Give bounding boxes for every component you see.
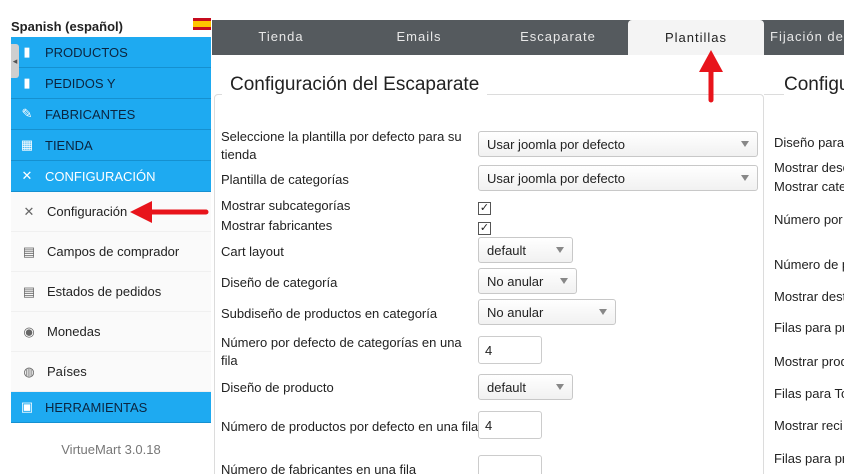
- right-label-11: Filas para pr: [774, 451, 844, 466]
- sidebar-item-label: PRODUCTOS: [45, 44, 128, 60]
- template-label: Seleccione la plantilla por defecto para…: [221, 129, 462, 162]
- cart-layout-select[interactable]: default: [478, 237, 573, 263]
- right-label-9: Filas para To: [774, 386, 844, 401]
- secondary-fieldset: [764, 94, 844, 474]
- category-design-select[interactable]: No anular: [478, 268, 577, 294]
- product-design-label: Diseño de producto: [221, 380, 334, 395]
- annotation-arrow-up: [699, 50, 723, 103]
- product-design-select[interactable]: default: [478, 374, 573, 400]
- chevron-down-icon: [741, 175, 749, 181]
- category-subdesign-select-value: No anular: [487, 304, 544, 320]
- show-subcategories-label: Mostrar subcategorías: [221, 198, 351, 213]
- sidebar-item-fabricantes[interactable]: ✎ FABRICANTES: [11, 99, 211, 130]
- annotation-arrow-left: [130, 201, 209, 223]
- cart-layout-select-value: default: [487, 242, 527, 258]
- template-select[interactable]: Usar joomla por defecto: [478, 131, 758, 157]
- language-label: Spanish (español): [11, 19, 123, 34]
- category-design-label: Diseño de categoría: [221, 275, 338, 290]
- show-subcategories-checkbox[interactable]: ✓: [478, 202, 491, 215]
- submenu-item-paises[interactable]: ◍ Países: [11, 352, 211, 392]
- right-label-8: Mostrar prod: [774, 354, 844, 369]
- product-design-select-value: default: [487, 379, 527, 395]
- right-label-2: Mostrar desc: [774, 160, 844, 175]
- config-tabs: Tienda Emails Escaparate Plantillas Fija…: [212, 20, 844, 55]
- config-icon: ✕: [21, 168, 33, 183]
- products-per-row-input[interactable]: 4: [478, 411, 542, 439]
- sidebar: Spanish (español) ◂ ▮ PRODUCTOS ▮ PEDIDO…: [0, 0, 212, 474]
- document-icon: ▤: [22, 283, 36, 299]
- right-label-7: Filas para pr: [774, 320, 844, 335]
- template-select-value: Usar joomla por defecto: [487, 136, 626, 152]
- submenu-item-label: Estados de pedidos: [47, 284, 162, 299]
- sidebar-item-tienda[interactable]: ▦ TIENDA: [11, 130, 211, 161]
- sidebar-item-productos[interactable]: ▮ PRODUCTOS: [11, 37, 211, 68]
- chevron-down-icon: [560, 278, 568, 284]
- secondary-legend: Configu: [784, 74, 844, 96]
- category-template-label: Plantilla de categorías: [221, 172, 349, 187]
- right-label-6: Mostrar dest: [774, 289, 844, 304]
- main-content: Configuración del Escaparate Configu Sel…: [212, 55, 844, 474]
- products-per-row-label: Número de productos por defecto en una f…: [221, 419, 479, 434]
- tab-emails[interactable]: Emails: [350, 22, 488, 51]
- form-icon: ▤: [22, 243, 36, 259]
- sidebar-item-herramientas[interactable]: ▣ HERRAMIENTAS: [11, 392, 211, 423]
- sidebar-menu: ▮ PRODUCTOS ▮ PEDIDOS Y ✎ FABRICANTES ▦ …: [11, 37, 211, 423]
- tools-icon: ✕: [23, 203, 35, 219]
- chevron-down-icon: [556, 247, 564, 253]
- language-bar: Spanish (español): [11, 18, 211, 38]
- manufacturers-per-row-label: Número de fabricantes en una fila: [221, 462, 417, 474]
- manufacturers-per-row-input[interactable]: [478, 455, 542, 474]
- submenu-item-label: Países: [47, 364, 87, 379]
- sidebar-item-label: PEDIDOS Y: [45, 75, 116, 91]
- orders-icon: ▮: [23, 75, 31, 90]
- tab-escaparate[interactable]: Escaparate: [488, 22, 628, 51]
- globe-icon: ◍: [23, 363, 35, 379]
- submenu-item-monedas[interactable]: ◉ Monedas: [11, 312, 211, 352]
- sidebar-item-label: HERRAMIENTAS: [45, 399, 148, 415]
- tools-box-icon: ▣: [20, 399, 34, 414]
- chevron-down-icon: [556, 384, 564, 390]
- category-template-select[interactable]: Usar joomla por defecto: [478, 165, 758, 191]
- sidebar-collapse-handle[interactable]: ◂: [11, 44, 19, 78]
- category-design-select-value: No anular: [487, 273, 544, 289]
- version-label: VirtueMart 3.0.18: [61, 442, 161, 457]
- category-subdesign-select[interactable]: No anular: [478, 299, 616, 325]
- spain-flag-icon[interactable]: [193, 18, 211, 30]
- right-label-4: Número por: [774, 212, 843, 227]
- right-label-3: Mostrar cate: [774, 179, 844, 194]
- categories-per-row-input[interactable]: 4: [478, 336, 542, 364]
- right-label-1: Diseño para: [774, 135, 844, 150]
- submenu-item-label: Configuración: [47, 204, 128, 219]
- sidebar-item-label: CONFIGURACIÓN: [45, 168, 156, 184]
- sidebar-item-configuracion[interactable]: ✕ CONFIGURACIÓN: [11, 161, 211, 192]
- submenu-item-campos-comprador[interactable]: ▤ Campos de comprador: [11, 232, 211, 272]
- sidebar-item-label: FABRICANTES: [45, 106, 136, 122]
- submenu-item-estados-pedidos[interactable]: ▤ Estados de pedidos: [11, 272, 211, 312]
- sidebar-item-label: TIENDA: [45, 137, 93, 153]
- tab-fijacion[interactable]: Fijación de: [764, 22, 844, 51]
- categories-per-row-label: Número por defecto de categorías en una …: [221, 335, 462, 368]
- cart-layout-label: Cart layout: [221, 244, 284, 259]
- submenu-item-label: Monedas: [47, 324, 101, 339]
- tab-tienda[interactable]: Tienda: [212, 22, 350, 51]
- coins-icon: ◉: [23, 323, 35, 339]
- store-icon: ▦: [20, 137, 34, 152]
- right-label-10: Mostrar reci: [774, 418, 843, 433]
- show-manufacturers-label: Mostrar fabricantes: [221, 218, 333, 233]
- storefront-legend: Configuración del Escaparate: [222, 74, 488, 96]
- wrench-icon: ✎: [21, 106, 33, 121]
- chevron-down-icon: [599, 309, 607, 315]
- category-subdesign-label: Subdiseño de productos en categoría: [221, 306, 438, 321]
- right-label-5: Número de p: [774, 257, 844, 272]
- sidebar-item-pedidos[interactable]: ▮ PEDIDOS Y: [11, 68, 211, 99]
- submenu-item-label: Campos de comprador: [47, 244, 180, 259]
- category-template-select-value: Usar joomla por defecto: [487, 170, 626, 186]
- show-manufacturers-checkbox[interactable]: ✓: [478, 222, 491, 235]
- products-icon: ▮: [23, 44, 31, 59]
- chevron-down-icon: [741, 141, 749, 147]
